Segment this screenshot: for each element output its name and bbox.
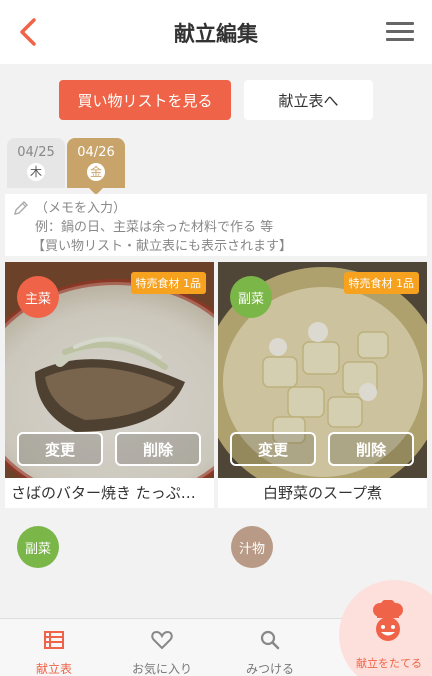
weekday-label: 木 [27,163,45,181]
tab-menu-table[interactable]: 献立表 [0,619,108,676]
add-side-dish-slot[interactable]: 副菜 [17,526,59,568]
header-bar: 献立編集 [0,0,432,64]
weekday-label: 金 [87,163,105,181]
dish-name[interactable]: 白野菜のスープ煮 [218,478,427,508]
delete-button[interactable]: 削除 [328,432,414,466]
date-tab-0425[interactable]: 04/25 木 [7,138,65,188]
heart-icon [151,630,173,650]
memo-example: 例：鍋の日、主菜は余った材料で作る 等 [35,220,274,235]
tab-favorites[interactable]: お気に入り [108,619,216,676]
page-title: 献立編集 [174,22,258,46]
shopping-list-button[interactable]: 買い物リストを見る [59,80,231,120]
delete-button[interactable]: 削除 [115,432,201,466]
tab-label: お気に入り [131,662,192,676]
tab-label: みつける [245,662,294,676]
memo-note: 【買い物リスト・献立表にも表示されます】 [32,239,293,254]
dish-name[interactable]: さばのバター焼き たっぷ… [5,478,214,508]
tab-label: 献立表 [35,662,72,676]
tab-find[interactable]: みつける [216,619,324,676]
change-button[interactable]: 変更 [17,432,103,466]
dish-photo: 主菜 特売食材 1品 変更 削除 [5,262,214,478]
list-icon [44,631,64,649]
chef-icon [373,600,403,641]
add-soup-slot[interactable]: 汁物 [231,526,273,568]
hamburger-menu-icon[interactable] [386,22,414,42]
search-icon [260,630,280,650]
date-label: 04/26 [77,145,115,160]
category-badge: 主菜 [17,276,59,318]
dish-card-main[interactable]: 主菜 特売食材 1品 変更 削除 さばのバター焼き たっぷ… [5,262,214,508]
memo-field[interactable]: （メモを入力） 例：鍋の日、主菜は余った材料で作る 等 【買い物リスト・献立表に… [5,194,427,256]
menu-table-button[interactable]: 献立表へ [244,80,373,120]
date-tab-0426[interactable]: 04/26 金 [67,138,125,188]
category-badge: 副菜 [230,276,272,318]
memo-placeholder: （メモを入力） [35,201,127,216]
pencil-icon [14,201,28,215]
sale-badge: 特売食材 1品 [130,272,206,294]
dish-photo: 副菜 特売食材 1品 変更 削除 [218,262,427,478]
dish-card-side[interactable]: 副菜 特売食材 1品 変更 削除 白野菜のスープ煮 [218,262,427,508]
date-label: 04/25 [17,145,55,160]
change-button[interactable]: 変更 [230,432,316,466]
sale-badge: 特売食材 1品 [343,272,419,294]
plan-menu-label: 献立をたてる [356,657,422,670]
